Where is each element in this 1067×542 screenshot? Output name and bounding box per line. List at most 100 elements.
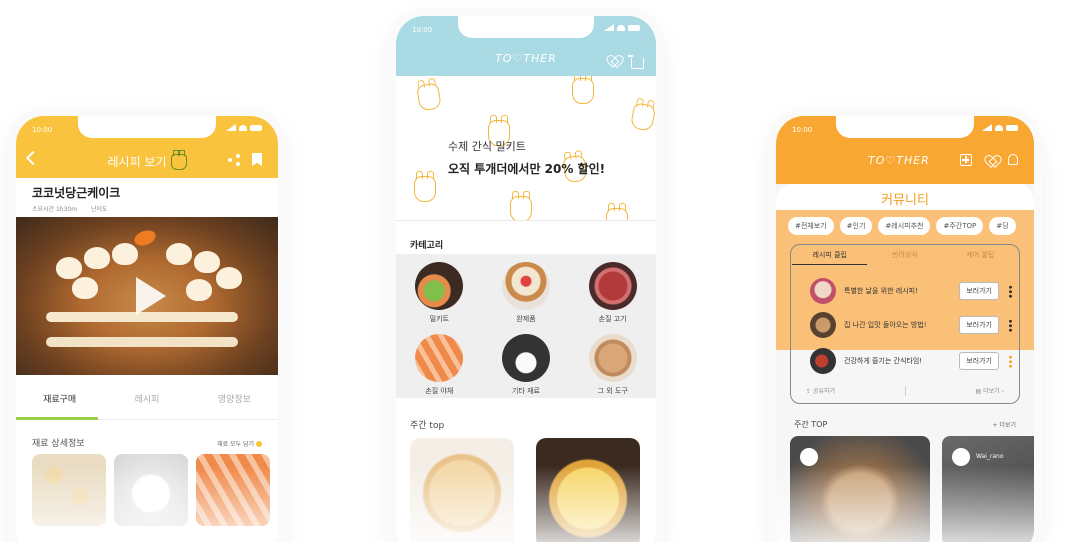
- brand-logo[interactable]: TO♡THER: [868, 154, 930, 167]
- post-avatar: [800, 448, 818, 466]
- more-label: 더보기: [983, 388, 1000, 395]
- chip-all[interactable]: #전체보기: [788, 217, 834, 235]
- cart-icon[interactable]: [628, 55, 644, 69]
- carrot-decoration: [132, 227, 158, 249]
- banner-headline: 오직 투개더에서만 20% 할인!: [448, 162, 606, 176]
- signal-icon: [982, 124, 992, 131]
- doodle-icon: [415, 82, 443, 112]
- chip-recipe[interactable]: #레시피추천: [878, 217, 931, 235]
- recipe-tabs: 재료구매 레시피 영양정보: [16, 388, 278, 418]
- cream-dollop: [194, 251, 220, 273]
- tip-text: 건강하게 즐기는 간식타임!: [844, 357, 923, 365]
- system-icons: [982, 124, 1018, 131]
- view-button[interactable]: 보러가기: [959, 282, 999, 300]
- category-image: [588, 262, 637, 310]
- weekly-post-card[interactable]: Wai_rano: [942, 436, 1034, 542]
- mascot-icon: [170, 150, 187, 170]
- status-time: 10:00: [792, 126, 813, 134]
- tab-recipe[interactable]: 레시피: [103, 388, 190, 418]
- battery-icon: [628, 24, 640, 31]
- ingredient-thumb[interactable]: [32, 454, 106, 526]
- category-finished[interactable]: 완제품: [483, 254, 570, 326]
- more-dots-icon[interactable]: [1009, 284, 1012, 298]
- system-icons: [226, 124, 262, 131]
- chip-weekly-top[interactable]: #주간TOP: [936, 217, 984, 235]
- ingredient-list: [32, 454, 270, 526]
- promo-banner[interactable]: 수제 간식 밀키트 오직 투개더에서만 20% 할인!: [396, 76, 656, 221]
- view-button[interactable]: 보러가기: [959, 352, 999, 370]
- category-vegetables[interactable]: 손질 야채: [396, 326, 483, 398]
- chip-more[interactable]: #딩: [989, 217, 1016, 235]
- header-title-text: 레시피 보기: [107, 155, 167, 169]
- cream-dollop: [112, 243, 138, 265]
- view-button[interactable]: 보러가기: [959, 316, 999, 334]
- more-dots-icon[interactable]: [1009, 354, 1012, 368]
- hashtag-chips: #전체보기 #인기 #레시피추천 #주간TOP #딩: [788, 217, 1016, 235]
- category-meat[interactable]: 손질 고기: [569, 254, 656, 326]
- ingredient-thumb[interactable]: [196, 454, 270, 526]
- weekly-top-title: 주간 top: [410, 421, 445, 431]
- tip-text: 특별한 날을 위한 레시피!: [844, 287, 918, 295]
- divider: [396, 220, 656, 221]
- ingredient-thumb[interactable]: [114, 454, 188, 526]
- heart-icon[interactable]: [608, 56, 620, 67]
- tip-row: 건강하게 즐기는 간식타임! 보러가기: [810, 348, 1012, 374]
- phone-notch: [78, 116, 216, 138]
- tip-avatar: [810, 348, 836, 374]
- share-button[interactable]: ⇪ 공유하기: [806, 386, 835, 396]
- signal-icon: [226, 124, 236, 131]
- recipe-title: 코코넛당근케이크: [32, 186, 121, 200]
- wifi-icon: [995, 124, 1003, 131]
- tip-row: 집 나간 입맛 돌아오는 방법! 보러가기: [810, 312, 1012, 338]
- post-avatar: [952, 448, 970, 466]
- doodle-icon: [510, 191, 532, 221]
- category-title: 카테고리: [410, 241, 444, 251]
- weekly-product-card[interactable]: [410, 438, 514, 542]
- recipe-difficulty: 난이도: [91, 206, 108, 213]
- recipe-time: 소요시간 1h30m: [32, 206, 78, 213]
- category-grid: 밀키트 완제품 손질 고기 손질 야채 기타 재료 그 외 도구: [396, 254, 656, 398]
- recipe-video[interactable]: [16, 217, 278, 375]
- tip-text: 집 나간 입맛 돌아오는 방법!: [844, 321, 927, 329]
- phone-community-screen: 10:00 TO♡THER 커뮤니티 #전체보기 #인기 #레시피추천 #주간T…: [776, 116, 1034, 542]
- active-tab-indicator: [16, 417, 98, 420]
- doodle-icon: [572, 76, 594, 104]
- category-mealkit[interactable]: 밀키트: [396, 254, 483, 326]
- play-icon[interactable]: [136, 277, 166, 315]
- signal-icon: [604, 24, 614, 31]
- weekly-top-title: 주간 TOP: [794, 420, 828, 429]
- weekly-post-card[interactable]: [790, 436, 930, 542]
- community-title: 커뮤니티: [776, 184, 1034, 210]
- share-icon[interactable]: [228, 154, 240, 166]
- add-post-icon[interactable]: [960, 154, 972, 166]
- more-dots-icon[interactable]: [1009, 318, 1012, 332]
- phone-notch: [836, 116, 974, 138]
- tab-pet-knowledge[interactable]: 반려상식: [867, 250, 942, 265]
- tab-purchase[interactable]: 재료구매: [16, 388, 103, 418]
- footer-separator: [904, 386, 906, 396]
- weekly-product-card[interactable]: [536, 438, 640, 542]
- category-image: [415, 334, 464, 382]
- cream-dollop: [186, 279, 212, 301]
- share-label: 공유하기: [812, 388, 836, 395]
- heart-icon[interactable]: [986, 156, 998, 167]
- category-tools[interactable]: 그 외 도구: [569, 326, 656, 398]
- weekly-more-link[interactable]: + 더보기: [993, 420, 1017, 429]
- chip-popular[interactable]: #인기: [839, 217, 873, 235]
- tab-care-tips[interactable]: 케어 꿀팁: [943, 250, 1018, 265]
- tip-avatar: [810, 312, 836, 338]
- category-label: 기타 재료: [511, 387, 540, 395]
- cream-dollop: [56, 257, 82, 279]
- phone-notch: [458, 16, 594, 38]
- tab-nutrition[interactable]: 영양정보: [191, 388, 278, 418]
- cream-dollop: [216, 267, 242, 289]
- category-image: [415, 262, 464, 310]
- category-other-ingredients[interactable]: 기타 재료: [483, 326, 570, 398]
- bell-icon[interactable]: [1008, 154, 1018, 165]
- category-image: [501, 262, 550, 310]
- more-button[interactable]: ▤ 더보기 ›: [976, 386, 1004, 396]
- wifi-icon: [617, 24, 625, 31]
- tab-recipe-clip[interactable]: 레시피 클립: [792, 250, 868, 265]
- add-icon: [256, 441, 262, 447]
- add-all-ingredients-button[interactable]: 재료 모두 담기: [217, 439, 262, 448]
